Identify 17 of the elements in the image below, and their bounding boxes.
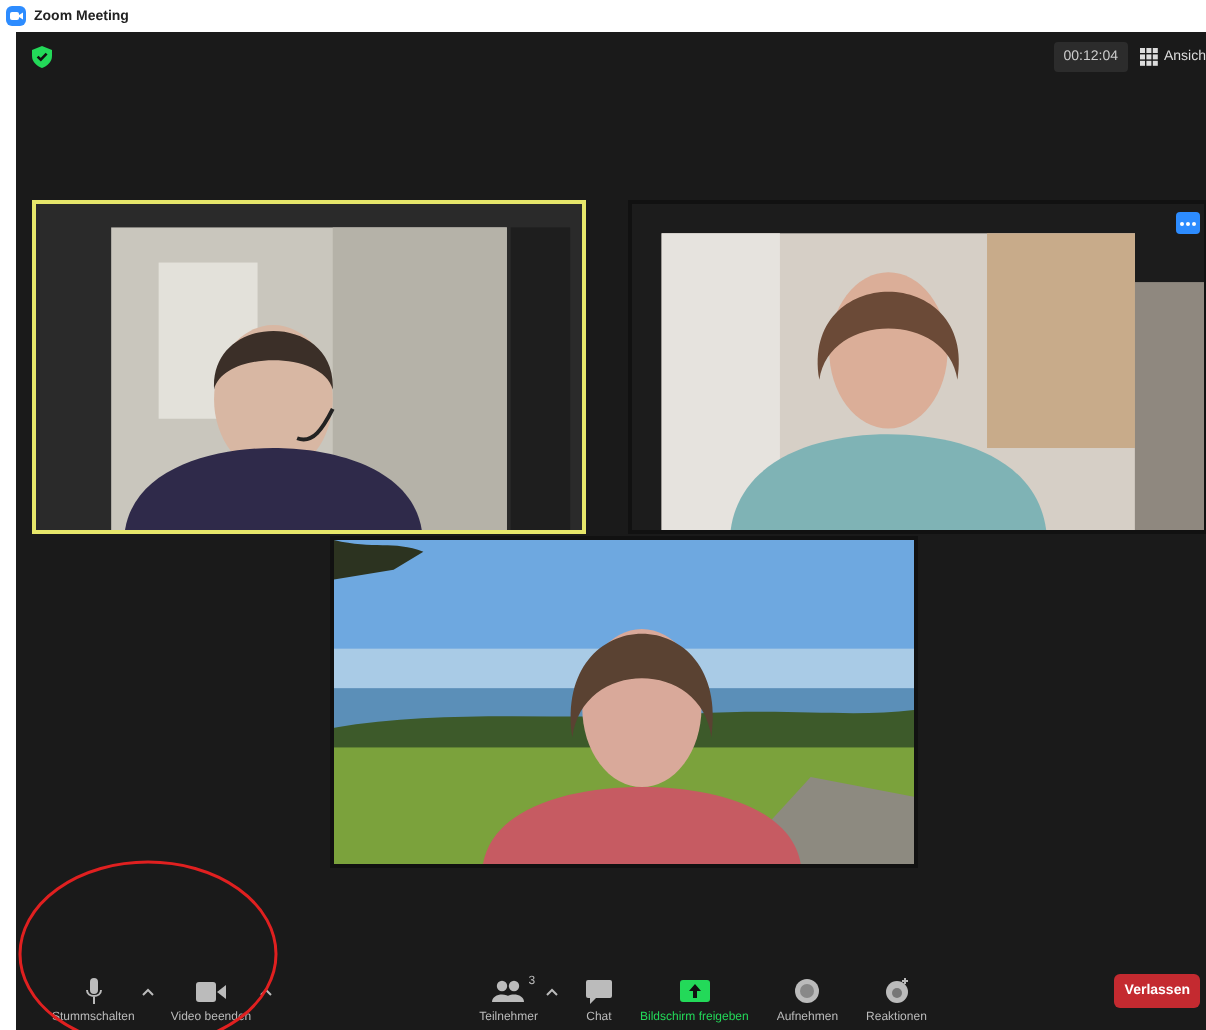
- caret-button[interactable]: [255, 984, 276, 1000]
- people-icon: [492, 980, 525, 1002]
- smiley-icon: [883, 978, 910, 1004]
- app-logo-icon: [6, 6, 26, 26]
- caret-icon: [545, 988, 558, 996]
- share-screen-icon: [679, 980, 710, 1002]
- record-icon: [794, 978, 821, 1004]
- speech-bubble-icon: [585, 979, 612, 1003]
- caret-button[interactable]: [541, 984, 562, 1000]
- caret-icon: [259, 988, 272, 996]
- shield-icon[interactable]: [32, 45, 52, 67]
- grid-icon: [1139, 47, 1158, 65]
- camera-icon: [195, 981, 226, 1001]
- microphone-icon: [85, 978, 102, 1004]
- caret-icon: [142, 988, 155, 996]
- more-button[interactable]: [1176, 212, 1200, 234]
- caret-button[interactable]: [138, 984, 159, 1000]
